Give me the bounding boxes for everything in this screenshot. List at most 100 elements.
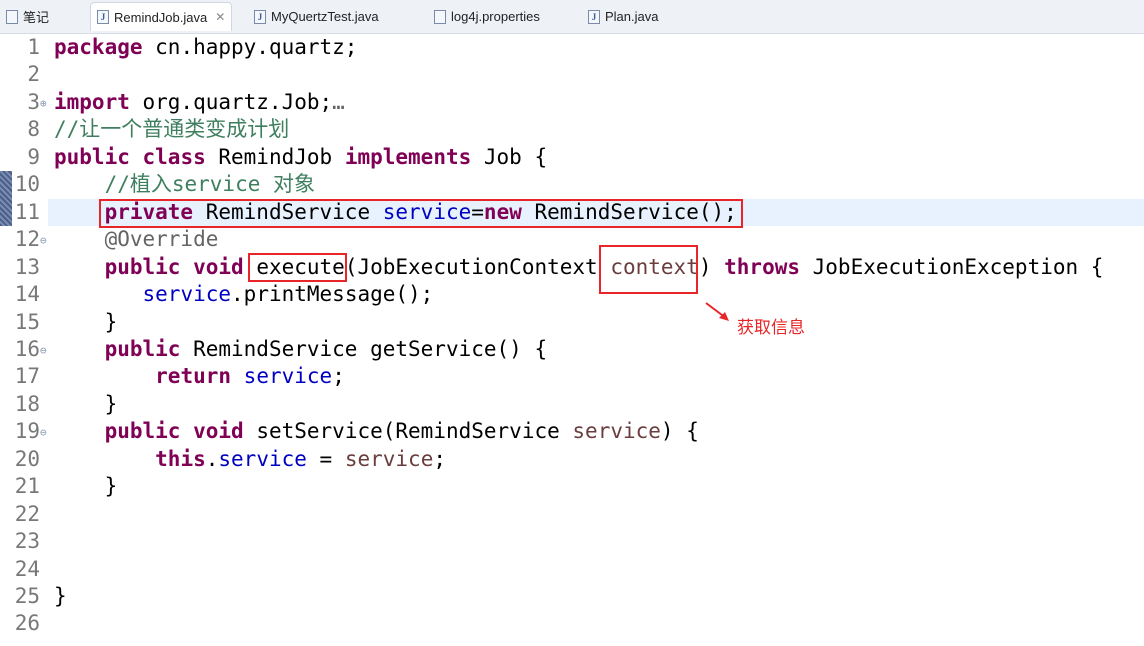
code-token-par: service [572, 419, 661, 444]
line-number: 16 [14, 336, 40, 361]
tab-label: Plan.java [605, 9, 659, 24]
code-line: 20 this.service = service; [0, 446, 1144, 473]
highlight-box-execute [248, 253, 347, 282]
code-token-plain: } [54, 474, 118, 499]
code-token-plain: setService(RemindService [243, 419, 573, 444]
line-number: 10 [14, 172, 40, 197]
java-file-icon: J [254, 9, 266, 24]
tab-3[interactable]: log4j.properties [428, 2, 546, 31]
code-token-kw: throws [724, 254, 800, 279]
code-line: 18 } [0, 391, 1144, 418]
code-token-kw: class [142, 144, 206, 169]
code-text[interactable]: public class RemindJob implements Job { [54, 144, 547, 171]
code-token-plain: . [205, 446, 219, 471]
code-line: 2 [0, 61, 1144, 88]
code-text[interactable]: service.printMessage(); [54, 281, 434, 308]
code-text[interactable]: @Override [54, 226, 219, 253]
code-text[interactable]: public void setService(RemindService ser… [54, 418, 699, 445]
tab-0[interactable]: 笔记 [0, 2, 55, 31]
expand-fold-icon[interactable]: ⊕ [40, 97, 47, 110]
tab-label: log4j.properties [451, 9, 540, 24]
line-number: 24 [14, 556, 40, 581]
code-line: 15 } [0, 309, 1144, 336]
code-text[interactable]: public RemindService getService() { [54, 336, 548, 363]
line-number: 13 [14, 254, 40, 279]
code-line: 22 [0, 501, 1144, 528]
collapse-fold-icon[interactable]: ⊖ [40, 344, 47, 357]
code-token-ann: … [332, 89, 345, 114]
properties-file-icon [434, 9, 446, 24]
close-tab-icon[interactable]: ✕ [215, 10, 225, 24]
code-token-kw: public [54, 144, 130, 169]
code-token-par: service [344, 446, 434, 471]
code-line: 24 [0, 556, 1144, 583]
code-line: 9 public class RemindJob implements Job { [0, 144, 1144, 171]
collapse-fold-icon[interactable]: ⊖ [40, 426, 47, 439]
code-line: 23 [0, 528, 1144, 555]
code-text[interactable]: import org.quartz.Job;… [54, 89, 345, 116]
code-token-cmt: //让一个普通类变成计划 [54, 117, 290, 142]
code-text[interactable]: this.service = service; [54, 446, 446, 473]
line-number: 17 [14, 364, 40, 389]
tab-2[interactable]: J MyQuertzTest.java [248, 2, 385, 31]
line-number: 8 [27, 117, 40, 142]
line-number: 20 [14, 446, 40, 471]
code-token-fld: service [218, 446, 307, 471]
code-token-kw: return [155, 364, 232, 389]
code-token-plain: } [54, 391, 118, 416]
code-token-plain: ; [332, 364, 345, 389]
line-number: 1 [27, 35, 40, 59]
tab-label: MyQuertzTest.java [271, 9, 379, 24]
code-token-plain: Job { [471, 144, 548, 169]
code-text[interactable]: } [54, 473, 118, 500]
code-text[interactable]: } [54, 583, 67, 610]
code-token-kw: public [104, 254, 181, 279]
code-text[interactable]: } [54, 391, 118, 418]
line-number: 2 [27, 62, 40, 87]
code-token-plain: ) { [660, 419, 699, 444]
code-token-kw: void [193, 419, 244, 444]
tab-1[interactable]: J RemindJob.java ✕ [90, 2, 233, 31]
code-token-kw: public [104, 419, 181, 444]
code-text[interactable]: //让一个普通类变成计划 [54, 116, 289, 143]
line-number: 21 [14, 474, 40, 499]
code-text[interactable]: package cn.happy.quartz; [54, 34, 357, 61]
code-token-kw: void [193, 254, 244, 279]
code-token-plain: } [54, 309, 118, 334]
code-text[interactable]: } [54, 309, 118, 336]
code-line: 14 service.printMessage(); [0, 281, 1144, 308]
code-text[interactable]: public void execute(JobExecutionContext … [54, 254, 1104, 281]
collapse-fold-icon[interactable]: ⊖ [40, 234, 47, 247]
code-token-plain: ; [433, 446, 447, 471]
tab-label: RemindJob.java [114, 9, 208, 25]
code-text[interactable]: //植入service 对象 [54, 171, 315, 198]
code-text[interactable]: return service; [54, 363, 345, 390]
code-token-kw: implements [344, 144, 472, 169]
code-token-fld: service [243, 364, 333, 389]
line-number: 26 [14, 611, 40, 636]
code-token-plain: = [306, 446, 345, 471]
code-token-plain: .printMessage(); [231, 282, 434, 307]
arrow-icon [705, 302, 729, 321]
editor-tab-bar: 笔记 J RemindJob.java ✕ J MyQuertzTest.java log4… [0, 0, 1144, 34]
tab-4[interactable]: J Plan.java [582, 2, 664, 31]
code-line: 19 public void setService(RemindService … [0, 418, 1144, 445]
line-number: 15 [14, 309, 40, 334]
code-token-plain: cn.happy.quartz; [142, 35, 358, 59]
line-number: 9 [27, 144, 40, 169]
line-number: 22 [14, 501, 40, 526]
callout-text: 获取信息 [737, 318, 805, 338]
code-token-plain: RemindService getService() { [180, 336, 548, 361]
code-editor[interactable]: 1 package cn.happy.quartz; 2 3 import org.qu… [0, 34, 1144, 646]
code-line: 26 [0, 610, 1144, 637]
line-number: 14 [14, 282, 40, 307]
line-number: 3 [27, 89, 40, 114]
highlight-box-context [599, 245, 698, 294]
